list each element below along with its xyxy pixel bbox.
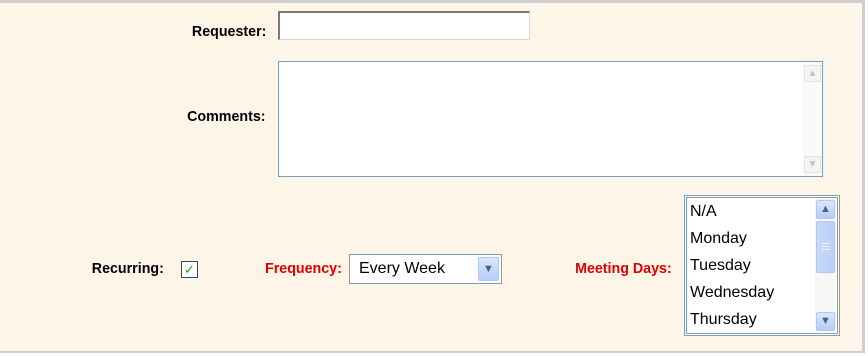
requester-input[interactable] <box>278 11 530 40</box>
meeting-days-label: Meeting Days: <box>575 260 672 277</box>
scroll-up-icon[interactable]: ▲ <box>804 65 821 82</box>
frequency-select[interactable]: Every Week ▼ <box>349 254 502 284</box>
comments-textarea[interactable]: ▲ ▼ <box>278 61 823 177</box>
scroll-up-icon[interactable]: ▲ <box>816 200 835 219</box>
recurring-checkbox[interactable]: ✓ <box>181 261 198 278</box>
scroll-down-icon[interactable]: ▼ <box>804 156 821 173</box>
checkmark-icon: ✓ <box>184 262 195 277</box>
comments-label: Comments: <box>187 108 266 125</box>
thumb-grip-line <box>822 249 830 250</box>
scroll-down-icon[interactable]: ▼ <box>816 312 835 331</box>
thumb-grip-line <box>822 243 830 244</box>
frequency-label: Frequency: <box>265 260 342 277</box>
chevron-down-icon[interactable]: ▼ <box>478 257 499 281</box>
list-item[interactable]: Tuesday <box>690 253 774 280</box>
scroll-thumb[interactable] <box>816 221 835 273</box>
list-item[interactable]: N/A <box>690 199 774 226</box>
list-item[interactable]: Wednesday <box>690 280 774 307</box>
meeting-days-options: N/A Monday Tuesday Wednesday Thursday <box>690 199 774 334</box>
request-form-panel: Requester: Comments: ▲ ▼ Recurring: ✓ Fr… <box>0 0 865 353</box>
thumb-grip-line <box>822 246 830 247</box>
meeting-days-listbox[interactable]: N/A Monday Tuesday Wednesday Thursday ▲ … <box>684 195 840 336</box>
list-item[interactable]: Thursday <box>690 307 774 334</box>
list-item[interactable]: Monday <box>690 226 774 253</box>
frequency-selected-value: Every Week <box>359 260 445 277</box>
meeting-days-scrollbar[interactable]: ▲ ▼ <box>815 199 836 332</box>
requester-label: Requester: <box>191 23 266 40</box>
recurring-label: Recurring: <box>91 260 164 277</box>
comments-scrollbar[interactable]: ▲ ▼ <box>803 62 822 176</box>
